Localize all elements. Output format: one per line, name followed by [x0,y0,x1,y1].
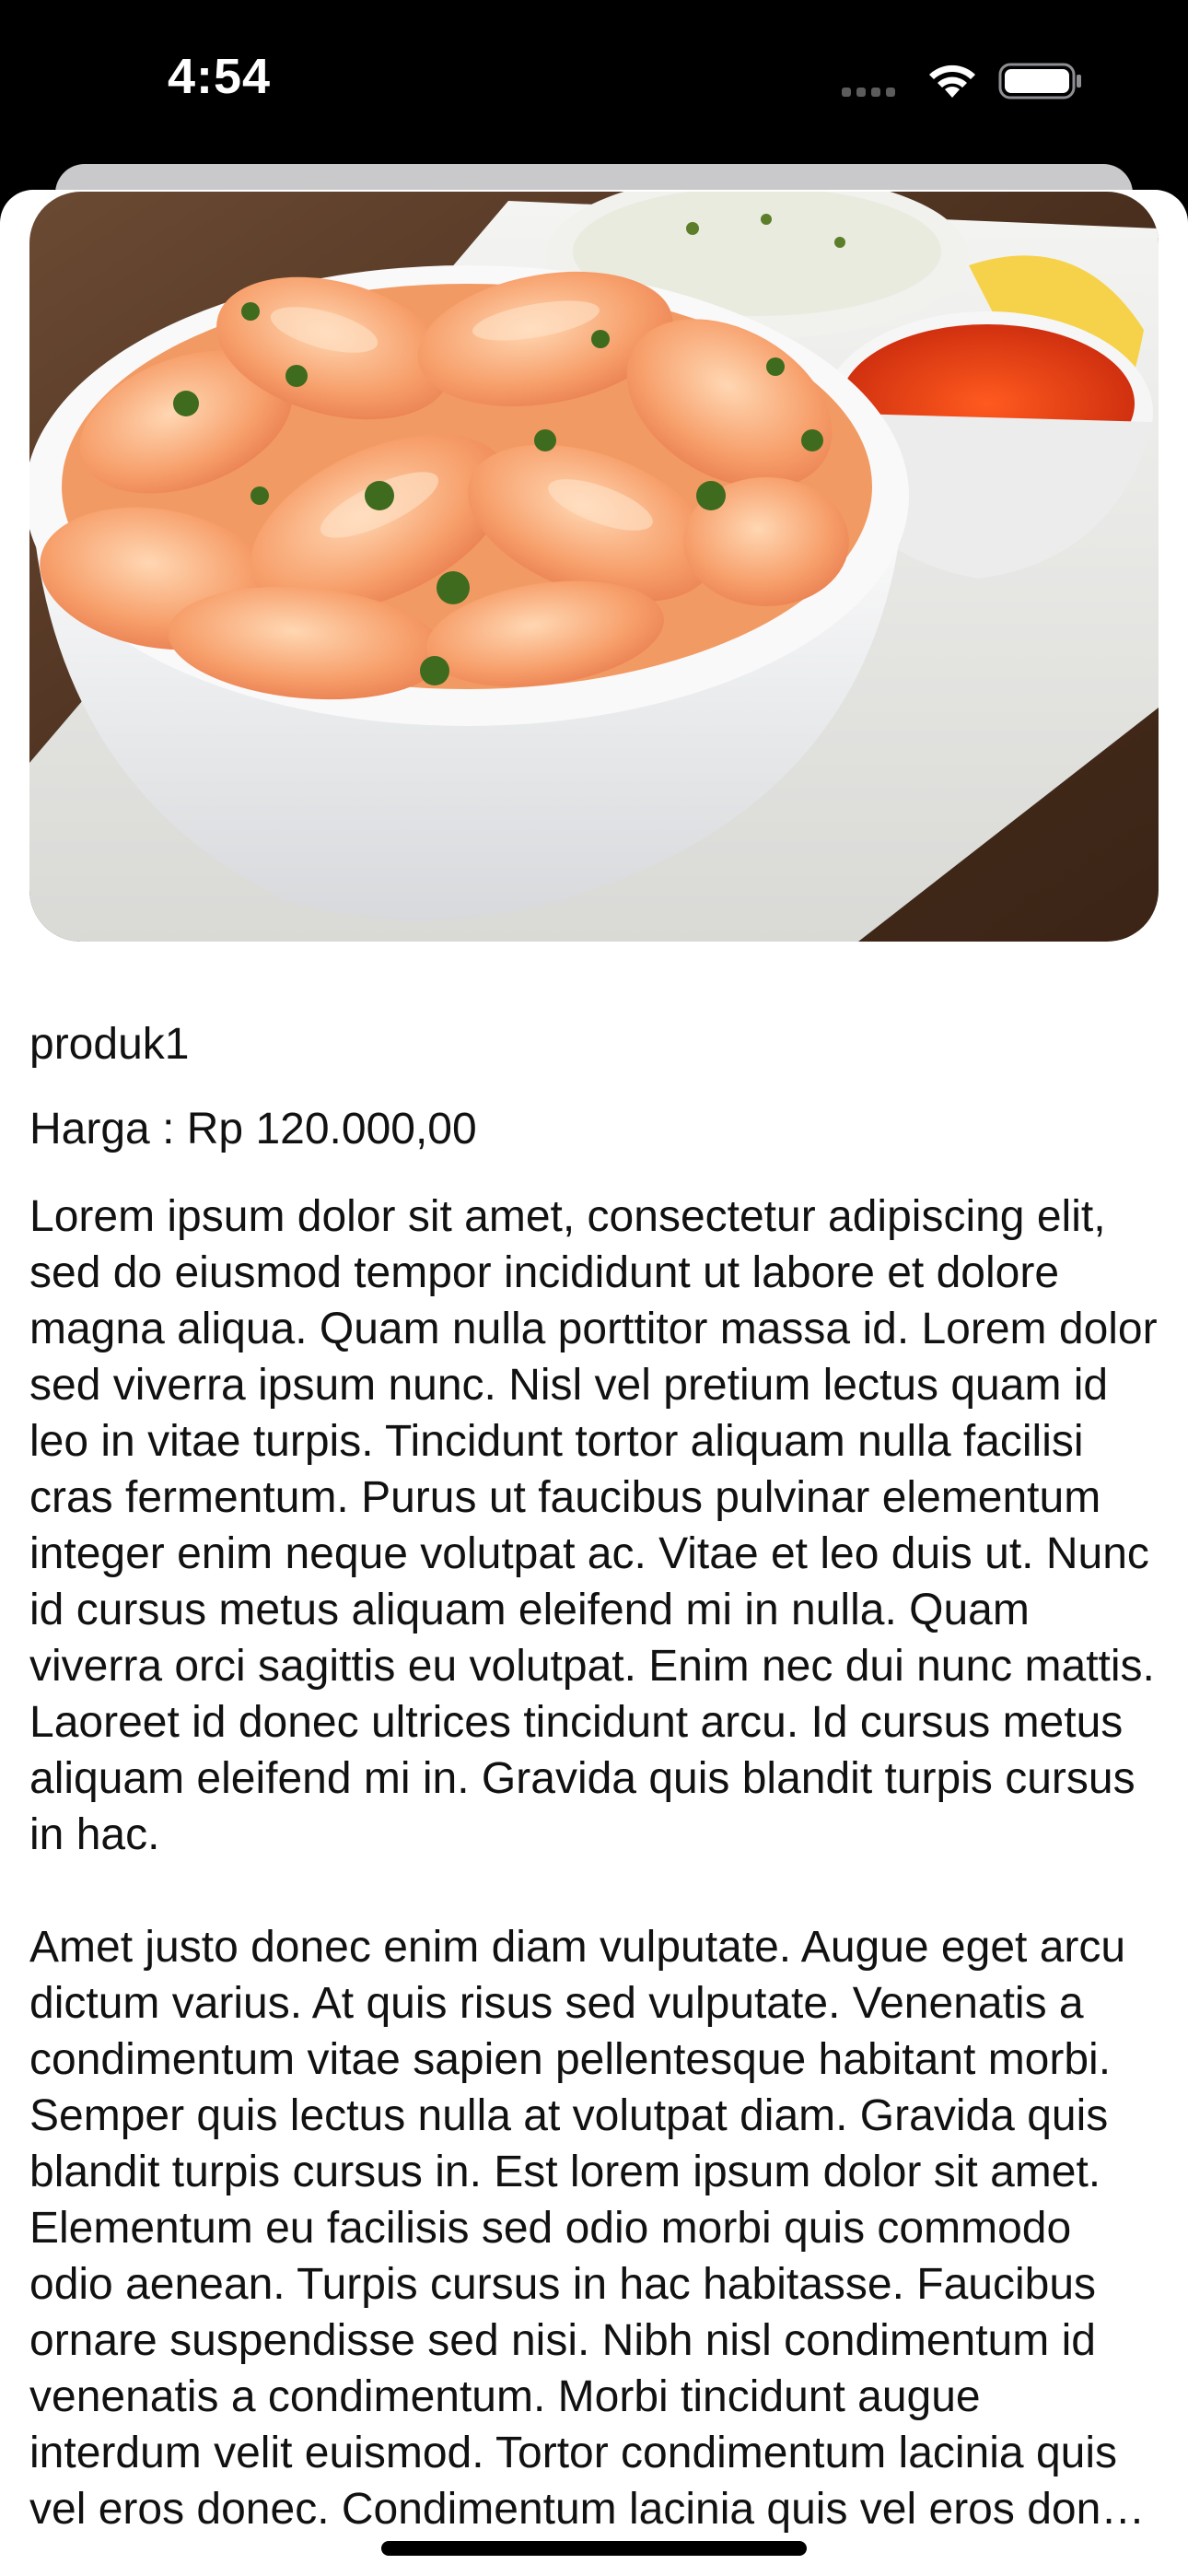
product-detail-sheet: produk1 Harga : Rp 120.000,00 Lorem ipsu… [0,190,1188,2576]
price-value: Rp 120.000,00 [186,1105,477,1153]
product-name: produk1 [29,1020,190,1069]
product-image [29,192,1159,942]
battery-icon [998,63,1081,100]
price-label: Harga : [29,1105,187,1153]
description-paragraph: Lorem ipsum dolor sit amet, consectetur … [29,1192,1158,1859]
product-description: Lorem ipsum dolor sit amet, consectetur … [29,1188,1162,2537]
product-price: Harga : Rp 120.000,00 [29,1104,477,1154]
home-indicator[interactable] [381,2541,807,2556]
cellular-signal-icon [842,85,901,101]
description-paragraph: Amet justo donec enim diam vulputate. Au… [29,1923,1147,2534]
wifi-icon [929,64,975,98]
status-time: 4:54 [168,49,272,104]
status-bar: 4:54 [0,0,1188,157]
